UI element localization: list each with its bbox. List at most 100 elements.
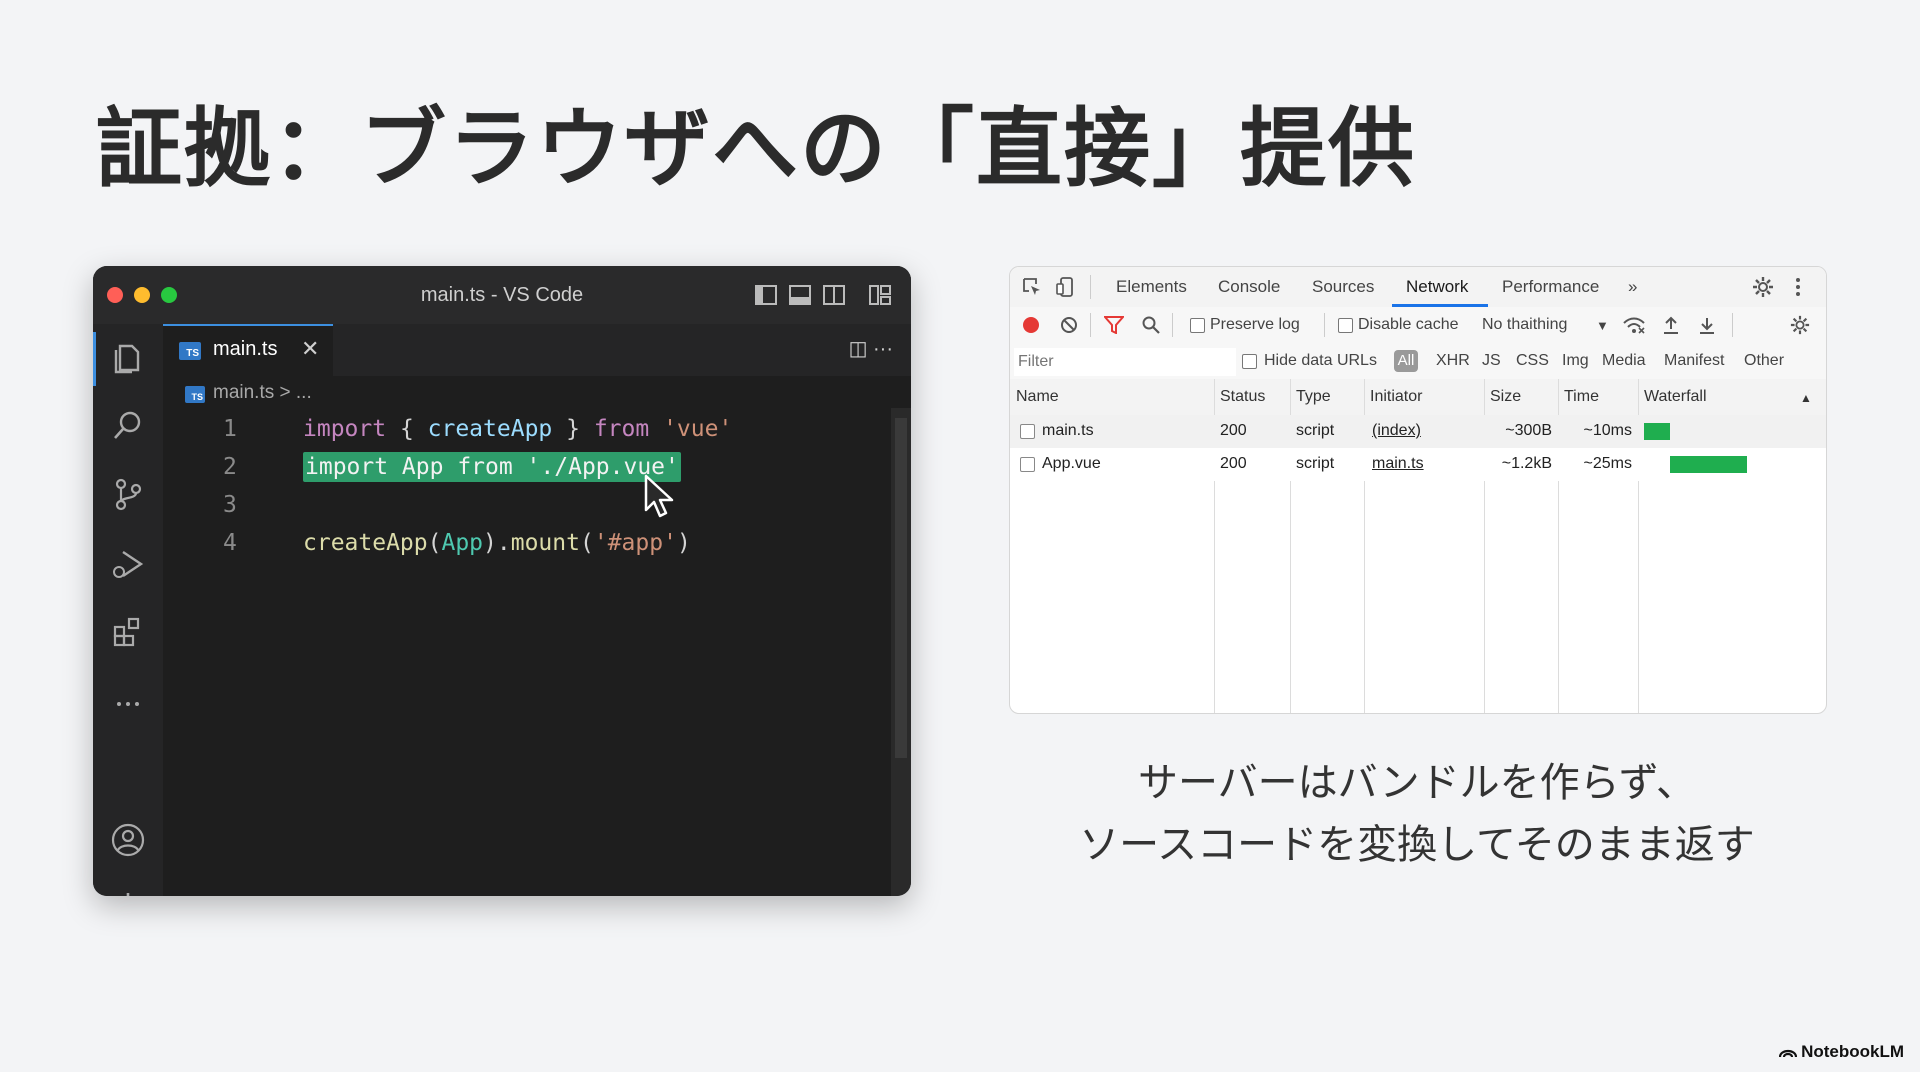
brand-logo: NotebookLM (1779, 1042, 1904, 1062)
column-header-waterfall[interactable]: Waterfall (1644, 388, 1707, 406)
split-editor-and-more-actions[interactable]: ◫ ··· (849, 336, 893, 361)
type-filter-img[interactable]: Img (1562, 352, 1589, 370)
device-toolbar-icon[interactable] (1056, 276, 1076, 298)
preserve-log-label[interactable]: Preserve log (1210, 316, 1300, 334)
code-line-2[interactable]: 2 import App from './App.vue' (163, 452, 891, 490)
type-filter-media[interactable]: Media (1602, 352, 1646, 370)
cell-status: 200 (1220, 455, 1247, 472)
column-header-name[interactable]: Name (1016, 388, 1059, 406)
code-text: import { createApp } from 'vue' (303, 416, 733, 442)
code-line-4[interactable]: 4 createApp(App).mount('#app') (163, 530, 891, 566)
chevron-down-icon[interactable]: ▼ (1596, 318, 1609, 333)
cell-time: ~25ms (1583, 455, 1632, 472)
settings-gear-icon[interactable] (110, 890, 146, 896)
more-icon[interactable] (110, 686, 146, 722)
type-filter-css[interactable]: CSS (1516, 352, 1549, 370)
type-filter-js[interactable]: JS (1482, 352, 1501, 370)
clear-icon[interactable] (1060, 316, 1078, 334)
devtools-panel: Elements Console Sources Network Perform… (1009, 266, 1827, 714)
tab-performance[interactable]: Performance (1502, 277, 1599, 297)
throttling-select[interactable]: No thaithing (1482, 316, 1567, 334)
row-checkbox[interactable] (1020, 424, 1035, 439)
customize-layout-icon[interactable] (869, 285, 891, 305)
divider (1172, 313, 1173, 337)
column-header-status[interactable]: Status (1220, 388, 1265, 406)
code-editor[interactable]: 1 import { createApp } from 'vue' 2 impo… (163, 416, 891, 896)
table-row[interactable]: main.ts 200 script (index) ~300B ~10ms (1010, 415, 1826, 448)
search-icon[interactable] (110, 408, 146, 444)
disable-cache-checkbox[interactable] (1338, 318, 1353, 333)
account-icon[interactable] (110, 822, 146, 858)
network-conditions-icon[interactable] (1622, 316, 1646, 334)
run-debug-icon[interactable] (110, 546, 146, 582)
tab-main-ts[interactable]: TS main.ts ✕ (163, 324, 333, 376)
divider (1090, 275, 1091, 299)
export-har-icon[interactable] (1698, 315, 1716, 335)
filter-input[interactable] (1014, 348, 1236, 376)
typescript-file-icon: TS (179, 342, 201, 360)
more-tabs-button[interactable]: » (1628, 277, 1637, 297)
vscode-window: main.ts - VS Code TS main.ts ✕ ◫ ··· TS m… (93, 266, 911, 896)
table-header: Name Status Type Initiator Size Time Wat… (1010, 379, 1826, 416)
editor-scrollbar[interactable] (891, 408, 911, 896)
column-header-time[interactable]: Time (1564, 388, 1599, 406)
selection-highlight: import App from './App.vue' (303, 452, 681, 482)
type-filter-all[interactable]: All (1394, 350, 1418, 372)
column-header-type[interactable]: Type (1296, 388, 1331, 406)
cell-size: ~300B (1505, 422, 1552, 439)
explorer-icon[interactable] (110, 340, 146, 376)
network-settings-gear-icon[interactable] (1790, 315, 1810, 335)
toggle-secondary-sidebar-icon[interactable] (823, 285, 845, 305)
cell-name[interactable]: App.vue (1042, 455, 1101, 473)
code-text: createApp(App).mount('#app') (303, 530, 691, 556)
mouse-pointer-icon (644, 474, 674, 518)
column-header-size[interactable]: Size (1490, 388, 1521, 406)
line-number: 1 (223, 416, 237, 442)
toggle-panel-icon[interactable] (789, 285, 811, 305)
row-checkbox[interactable] (1020, 457, 1035, 472)
more-options-icon[interactable] (1794, 276, 1802, 298)
filter-icon[interactable] (1104, 316, 1124, 334)
preserve-log-checkbox[interactable] (1190, 318, 1205, 333)
line-number: 2 (223, 454, 237, 480)
devtools-tab-bar: Elements Console Sources Network Perform… (1010, 267, 1826, 308)
type-filter-other[interactable]: Other (1744, 352, 1784, 370)
hide-data-urls-checkbox[interactable] (1242, 354, 1257, 369)
close-tab-icon[interactable]: ✕ (301, 336, 319, 362)
type-filter-manifest[interactable]: Manifest (1664, 352, 1724, 370)
cell-initiator-link[interactable]: main.ts (1372, 455, 1424, 473)
tab-elements[interactable]: Elements (1116, 277, 1187, 297)
tab-sources[interactable]: Sources (1312, 277, 1374, 297)
source-control-icon[interactable] (110, 476, 146, 512)
code-line-3[interactable]: 3 (163, 492, 891, 528)
title-bar: main.ts - VS Code (93, 266, 911, 325)
cell-name[interactable]: main.ts (1042, 422, 1094, 440)
hide-data-urls-label[interactable]: Hide data URLs (1264, 352, 1377, 370)
extensions-icon[interactable] (110, 614, 146, 650)
table-row[interactable]: App.vue 200 script main.ts ~1.2kB ~25ms (1010, 448, 1826, 481)
cell-status: 200 (1220, 422, 1247, 439)
disable-cache-label[interactable]: Disable cache (1358, 316, 1459, 334)
tab-console[interactable]: Console (1218, 277, 1280, 297)
settings-gear-icon[interactable] (1752, 276, 1774, 298)
editor-tab-bar: TS main.ts ✕ ◫ ··· (163, 324, 911, 376)
column-header-initiator[interactable]: Initiator (1370, 388, 1422, 406)
type-filter-xhr[interactable]: XHR (1436, 352, 1470, 370)
scrollbar-thumb[interactable] (895, 418, 907, 758)
cell-initiator-link[interactable]: (index) (1372, 422, 1421, 440)
tab-network[interactable]: Network (1406, 277, 1468, 297)
cell-type: script (1296, 455, 1335, 472)
breadcrumb-rest[interactable]: > ... (280, 382, 312, 403)
waterfall-bar (1669, 456, 1748, 473)
inspect-element-icon[interactable] (1022, 277, 1042, 297)
code-line-1[interactable]: 1 import { createApp } from 'vue' (163, 416, 891, 452)
search-icon[interactable] (1142, 316, 1160, 334)
import-har-icon[interactable] (1662, 315, 1680, 335)
breadcrumb-file[interactable]: main.ts (213, 382, 274, 403)
toggle-sidebar-icon[interactable] (755, 285, 777, 305)
sort-arrow-icon[interactable]: ▲ (1800, 391, 1812, 405)
breadcrumb[interactable]: TS main.ts > ... (185, 382, 312, 404)
record-icon[interactable] (1022, 316, 1040, 334)
network-toolbar: Preserve log Disable cache No thaithing … (1010, 307, 1826, 344)
caption-line-1: サーバーはバンドルを作らず、 (1138, 760, 1696, 806)
